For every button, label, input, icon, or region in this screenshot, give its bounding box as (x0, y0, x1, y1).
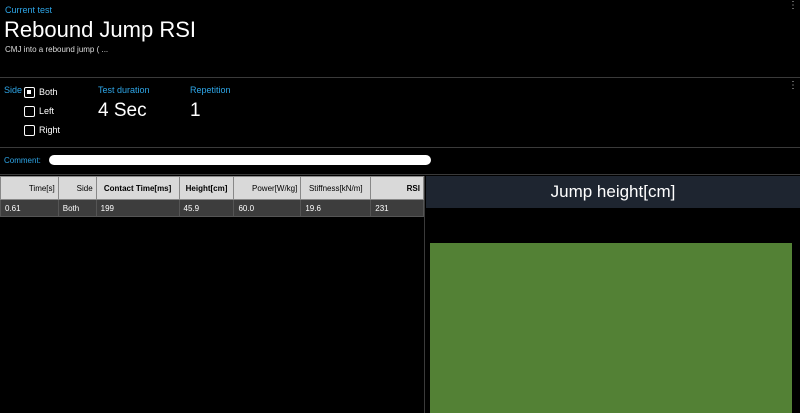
column-header-side[interactable]: Side (57, 176, 97, 200)
jump-height-chart-panel: Jump height[cm] (426, 176, 800, 413)
column-header-time[interactable]: Time[s] (0, 176, 59, 200)
column-header-power[interactable]: Power[W/kg] (233, 176, 302, 200)
column-header-contact-time[interactable]: Contact Time[ms] (95, 176, 180, 200)
checkbox-icon[interactable] (24, 105, 35, 117)
chart-title: Jump height[cm] (550, 182, 676, 201)
side-option-both[interactable]: Both (24, 85, 58, 99)
checkbox-checked-icon[interactable] (24, 86, 35, 98)
side-option-label: Right (39, 125, 61, 135)
comment-row: Comment: (0, 149, 800, 175)
comment-input[interactable] (49, 155, 431, 165)
results-table: Time[s] Side Contact Time[ms] Height[cm]… (0, 176, 424, 217)
more-options-icon[interactable]: ⋮ (788, 81, 798, 91)
results-table-panel: Time[s] Side Contact Time[ms] Height[cm]… (0, 176, 425, 413)
cell-time: 0.61 (0, 199, 59, 217)
cell-power: 60.0 (233, 199, 302, 217)
checkbox-icon[interactable] (24, 124, 35, 136)
column-header-height[interactable]: Height[cm] (178, 176, 235, 200)
chart-title-bar: Jump height[cm] (426, 176, 800, 208)
test-duration-label: Test duration (98, 85, 150, 95)
table-header-row: Time[s] Side Contact Time[ms] Height[cm]… (0, 176, 424, 200)
jump-height-chart (430, 243, 792, 413)
side-label: Side (4, 85, 23, 95)
more-options-icon[interactable]: ⋮ (788, 1, 798, 11)
cell-rsi: 231 (370, 199, 424, 217)
repetition-value: 1 (190, 100, 201, 121)
comment-label: Comment: (4, 156, 41, 165)
current-test-label: Current test (5, 5, 53, 15)
side-option-right[interactable]: Right (24, 123, 60, 137)
cell-side: Both (57, 199, 97, 217)
test-duration-value: 4 Sec (98, 100, 147, 121)
table-row[interactable]: 0.61 Both 199 45.9 60.0 19.6 231 (0, 199, 424, 217)
cell-stiffness: 19.6 (300, 199, 372, 217)
test-params-panel: Side Both Left Right Test duration 4 Sec… (0, 79, 800, 148)
column-header-stiffness[interactable]: Stiffness[kN/m] (300, 176, 372, 200)
test-title: Rebound Jump RSI (4, 17, 196, 42)
side-option-label: Left (39, 106, 55, 116)
repetition-label: Repetition (190, 85, 231, 95)
cell-height: 45.9 (178, 199, 235, 217)
current-test-panel: Current test Rebound Jump RSI CMJ into a… (0, 0, 800, 78)
side-option-label: Both (39, 87, 58, 97)
column-header-rsi[interactable]: RSI (370, 176, 424, 200)
side-option-left[interactable]: Left (24, 104, 54, 118)
test-description: CMJ into a rebound jump ( ... (5, 45, 109, 54)
cell-contact-time: 199 (95, 199, 180, 217)
jump-height-bar (430, 243, 792, 413)
